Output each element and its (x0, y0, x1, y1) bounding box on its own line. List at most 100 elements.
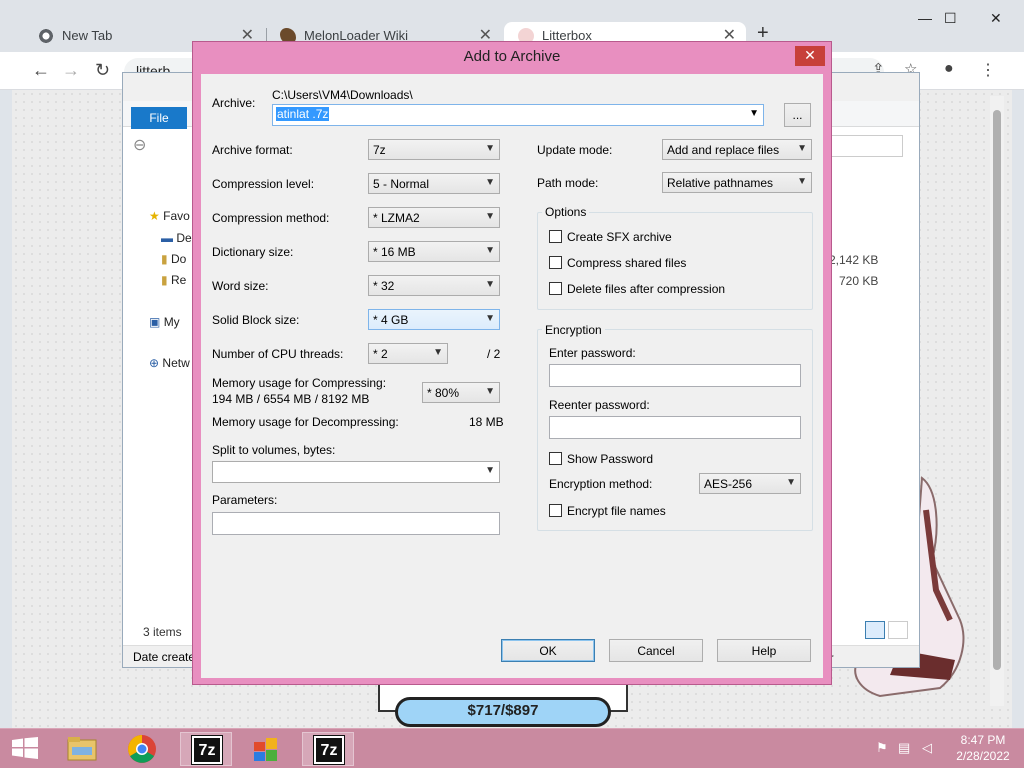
chevron-down-icon: ▼ (485, 177, 495, 188)
tree-item-my-computer[interactable]: ▣ My (149, 315, 180, 329)
volume-muted-icon[interactable]: ◁ (922, 740, 932, 756)
menu-icon[interactable]: ⋮ (980, 60, 996, 80)
create-sfx-checkbox[interactable]: Create SFX archive (549, 230, 672, 244)
compression-method-select[interactable]: * LZMA2 ▼ (368, 207, 500, 228)
compress-shared-checkbox[interactable]: Compress shared files (549, 256, 686, 270)
file-tab[interactable]: File (131, 107, 187, 129)
reload-icon[interactable]: ↻ (95, 60, 110, 81)
star-icon: ★ (149, 209, 160, 223)
reenter-password-label: Reenter password: (549, 398, 650, 412)
solid-block-size-select[interactable]: * 4 GB ▼ (368, 309, 500, 330)
seven-zip-icon: 7z (313, 735, 345, 765)
tree-item-favorites[interactable]: ★ Favo (149, 209, 190, 223)
archive-format-label: Archive format: (212, 143, 293, 157)
split-volumes-label: Split to volumes, bytes: (212, 443, 336, 457)
ok-button[interactable]: OK (501, 639, 595, 662)
cpu-threads-label: Number of CPU threads: (212, 347, 344, 361)
chevron-down-icon: ▼ (797, 176, 807, 187)
dialog-close-button[interactable]: ✕ (795, 46, 825, 66)
tree-item-recent[interactable]: ▮ Re (161, 273, 186, 287)
clock-time: 8:47 PM (960, 733, 1006, 747)
file-size: 720 KB (839, 274, 879, 288)
minimize-icon[interactable]: — (918, 10, 932, 26)
add-to-archive-dialog: Add to Archive ✕ Archive: C:\Users\VM4\D… (192, 41, 832, 685)
dictionary-size-select[interactable]: * 16 MB ▼ (368, 241, 500, 262)
taskbar-app-windows[interactable] (240, 732, 292, 766)
solid-block-size-label: Solid Block size: (212, 313, 300, 327)
word-size-label: Word size: (212, 279, 269, 293)
profile-icon[interactable]: ● (944, 60, 954, 78)
parameters-input[interactable] (212, 512, 500, 535)
folder-icon (67, 737, 97, 761)
page-scrollbar[interactable] (990, 96, 1004, 706)
close-window-icon[interactable]: ✕ (990, 10, 1002, 27)
chevron-down-icon: ▼ (786, 477, 796, 488)
update-mode-label: Update mode: (537, 143, 613, 157)
password-input[interactable] (549, 364, 801, 387)
cancel-button[interactable]: Cancel (609, 639, 703, 662)
details-view-icon[interactable] (865, 621, 885, 639)
taskbar-7zip-1[interactable]: 7z (180, 732, 232, 766)
windows-start-icon[interactable] (12, 737, 38, 759)
forward-icon[interactable]: → (62, 60, 80, 81)
encryption-method-select[interactable]: AES-256 ▼ (699, 473, 801, 494)
chevron-down-icon: ▼ (433, 347, 443, 358)
archive-format-select[interactable]: 7z ▼ (368, 139, 500, 160)
help-button[interactable]: Help (717, 639, 811, 662)
large-icons-view-icon[interactable] (888, 621, 909, 639)
chevron-down-icon: ▼ (485, 245, 495, 256)
system-clock[interactable]: 8:47 PM 2/28/2022 (948, 732, 1018, 764)
encryption-group-title: Encryption (542, 323, 605, 337)
desktop-icon: ▬ (161, 231, 173, 245)
chrome-icon (38, 28, 54, 44)
options-group-title: Options (542, 205, 590, 219)
memory-decompress-value: 18 MB (469, 415, 504, 429)
action-center-icon[interactable]: ⚑ (876, 740, 888, 756)
back-icon[interactable]: ← (32, 60, 50, 81)
compression-level-label: Compression level: (212, 177, 315, 191)
item-count: 3 items (143, 625, 182, 639)
windows-app-icon (254, 738, 277, 761)
chevron-down-icon: ▼ (485, 143, 495, 154)
column-date-created[interactable]: Date create (133, 650, 195, 664)
tree-item-desktop[interactable]: ▬ De (161, 231, 192, 245)
explorer-back-icon[interactable]: ⊖ (133, 135, 146, 155)
memory-usage-select[interactable]: * 80% ▼ (422, 382, 500, 403)
tab-title: New Tab (62, 28, 113, 43)
memory-compress-detail: 194 MB / 6554 MB / 8192 MB (212, 392, 370, 406)
maximize-icon[interactable]: ☐ (944, 10, 957, 27)
network-icon[interactable]: ▤ (898, 740, 910, 756)
taskbar-file-explorer[interactable] (56, 732, 108, 766)
taskbar-7zip-2[interactable]: 7z (302, 732, 354, 766)
browse-button[interactable]: ... (784, 103, 811, 127)
dialog-client: Archive: C:\Users\VM4\Downloads\ atinlat… (201, 74, 823, 678)
archive-filename: atinlat .7z (276, 107, 330, 121)
file-size: 2,142 KB (829, 253, 879, 267)
dialog-title: Add to Archive (463, 48, 561, 65)
taskbar-chrome[interactable] (116, 732, 168, 766)
path-mode-select[interactable]: Relative pathnames ▼ (662, 172, 812, 193)
show-password-checkbox[interactable]: Show Password (549, 452, 653, 466)
encrypt-names-checkbox[interactable]: Encrypt file names (549, 504, 666, 518)
tree-item-downloads[interactable]: ▮ Do (161, 252, 186, 266)
archive-name-combo[interactable]: atinlat .7z ▼ (272, 104, 764, 126)
chevron-down-icon: ▼ (485, 465, 495, 476)
word-size-select[interactable]: * 32 ▼ (368, 275, 500, 296)
network-icon: ⊕ (149, 356, 160, 370)
memory-compress-label: Memory usage for Compressing: (212, 376, 387, 390)
chevron-down-icon: ▼ (485, 279, 495, 290)
chevron-down-icon: ▼ (485, 313, 495, 324)
folder-icon: ▮ (161, 252, 168, 266)
update-mode-select[interactable]: Add and replace files ▼ (662, 139, 812, 160)
compression-level-select[interactable]: 5 - Normal ▼ (368, 173, 500, 194)
split-volumes-combo[interactable]: ▼ (212, 461, 500, 483)
folder-icon: ▮ (161, 273, 168, 287)
delete-after-checkbox[interactable]: Delete files after compression (549, 282, 725, 296)
chevron-down-icon[interactable]: ▼ (749, 108, 759, 119)
tree-item-network[interactable]: ⊕ Netw (149, 356, 190, 370)
explorer-search-input[interactable] (823, 135, 903, 157)
clock-date: 2/28/2022 (956, 749, 1010, 763)
cpu-threads-select[interactable]: * 2 ▼ (368, 343, 448, 364)
view-toggle-buttons[interactable] (865, 621, 913, 641)
reenter-password-input[interactable] (549, 416, 801, 439)
